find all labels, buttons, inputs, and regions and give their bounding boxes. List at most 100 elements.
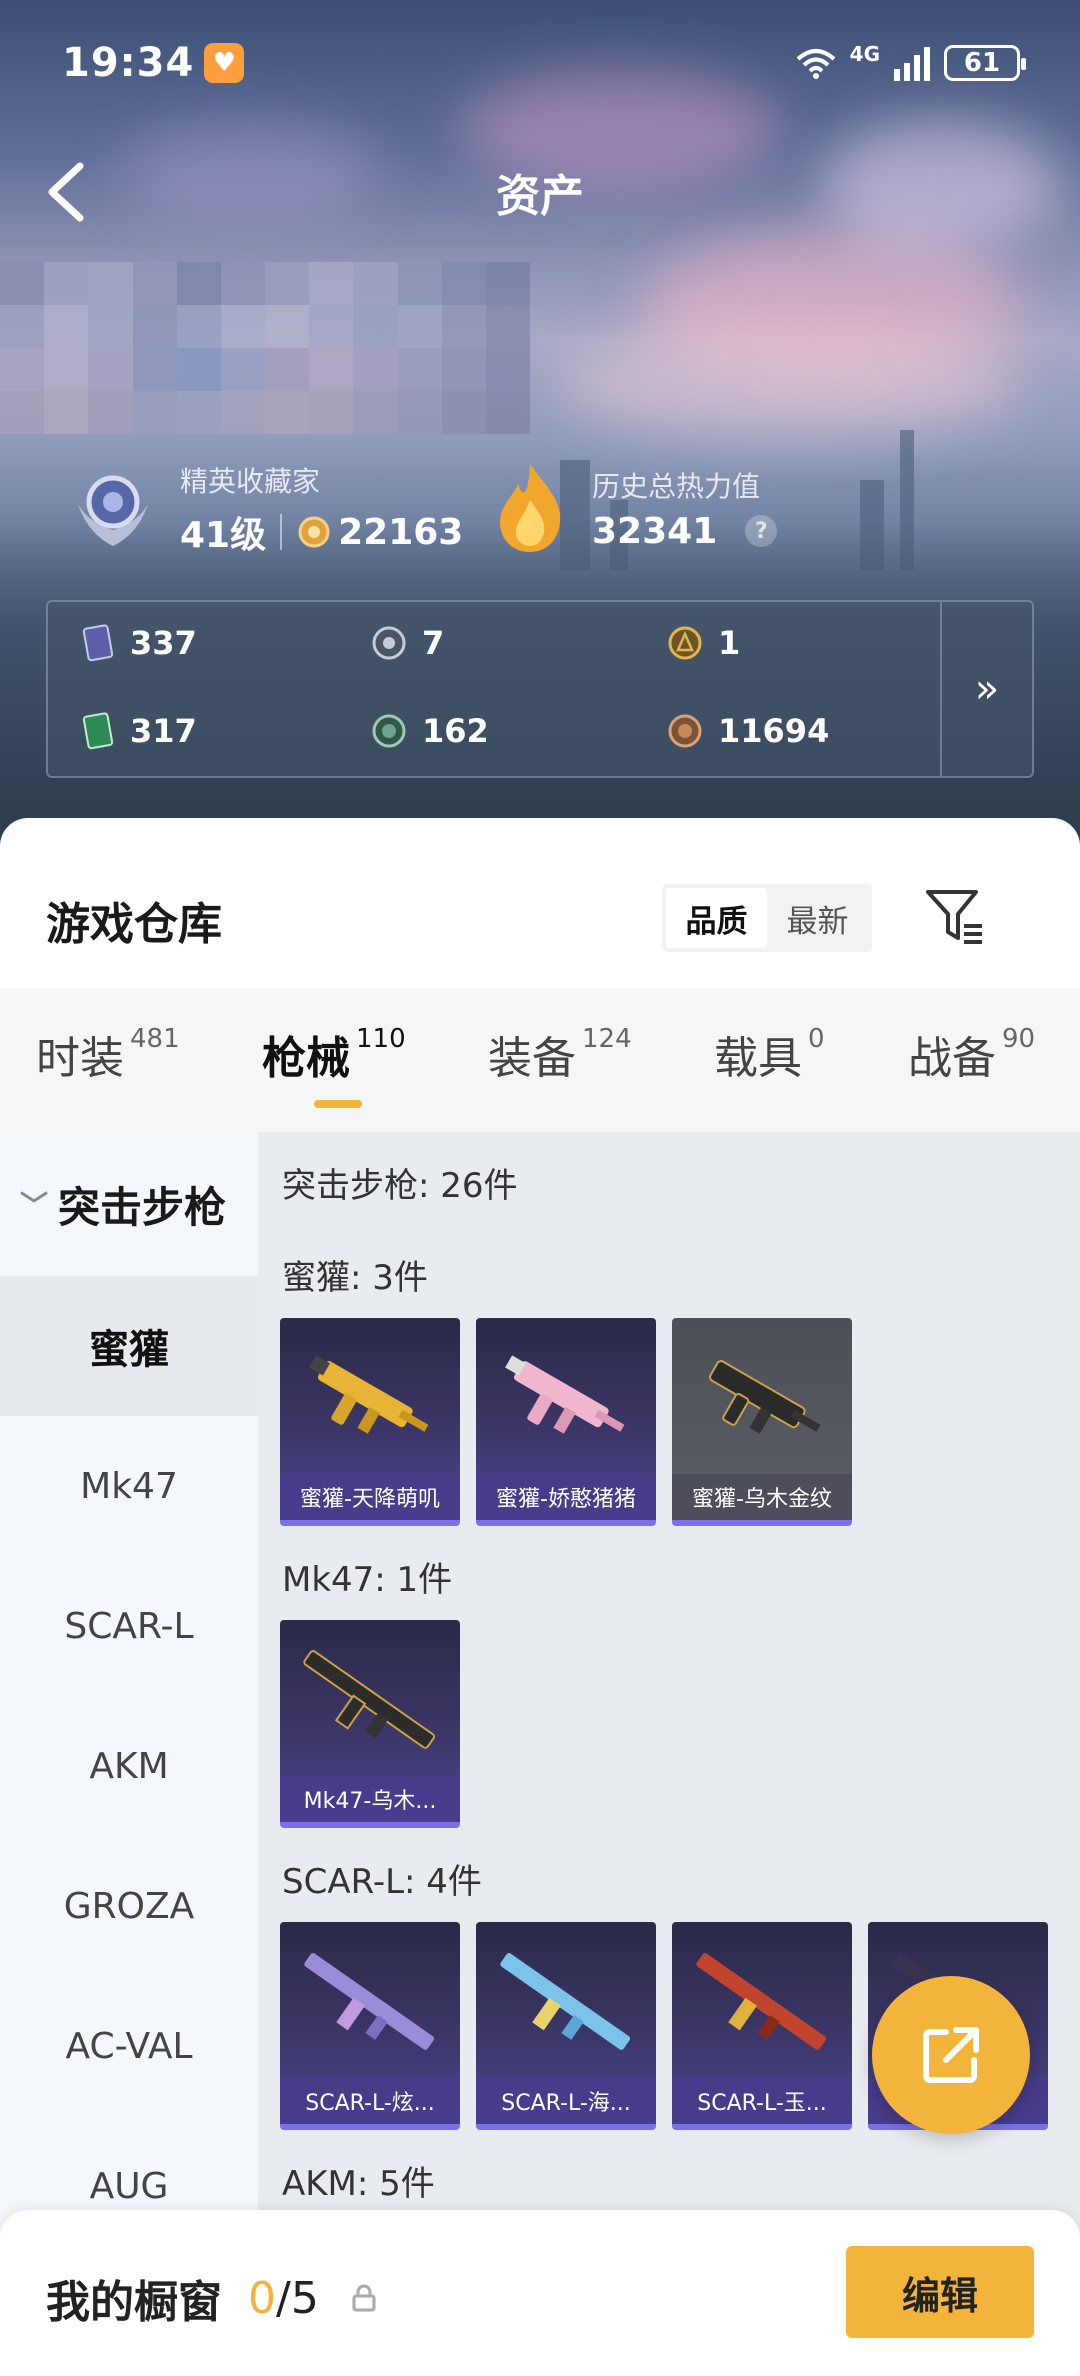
silver-coin-icon xyxy=(372,626,406,660)
resource-value: 162 xyxy=(422,712,489,750)
section-label: 蜜獾: 3件 xyxy=(282,1258,428,1298)
filter-icon[interactable] xyxy=(920,882,990,952)
tab-vehicles[interactable]: 载具 0 xyxy=(714,1022,825,1086)
collector-stat[interactable]: 精英收藏家 41级 22163 xyxy=(68,460,463,558)
section-label: AKM: 5件 xyxy=(282,2164,435,2204)
tab-label: 枪械 xyxy=(262,1033,350,1084)
collector-badge-icon xyxy=(78,475,148,546)
active-tab-indicator xyxy=(314,1100,362,1108)
sort-newest-button[interactable]: 最新 xyxy=(767,888,868,948)
share-button[interactable] xyxy=(872,1976,1030,2134)
sidebar-category-label: 突击步枪 xyxy=(58,1182,227,1232)
showcase-count: 0/5 xyxy=(248,2273,319,2324)
sidebar-item[interactable]: AC-VAL xyxy=(0,1976,258,2116)
hero-banner: 19:34 ♥ 4G 61 资产 精英收藏家 41级 22163 历史总热力值 … xyxy=(0,0,1080,850)
weapon-tile[interactable]: 蜜獾-天降萌叽 xyxy=(280,1318,460,1526)
smg-gold-icon xyxy=(309,1355,429,1434)
weapon-tile[interactable]: 蜜獾-娇憨猪猪 xyxy=(476,1318,656,1526)
weapon-name: 蜜獾-天降萌叽 xyxy=(280,1474,460,1520)
tab-count: 124 xyxy=(582,1024,632,1054)
network-type: 4G xyxy=(849,42,880,66)
sidebar-item[interactable]: Mk47 xyxy=(0,1416,258,1556)
resource-item: 337 xyxy=(78,624,197,662)
collector-points: 22163 xyxy=(338,511,464,553)
page-title: 资产 xyxy=(496,171,584,222)
edit-button[interactable]: 编辑 xyxy=(846,2246,1034,2338)
rifle-blue-icon xyxy=(500,1953,631,2050)
collector-title: 精英收藏家 xyxy=(180,465,321,498)
weapon-name: Mk47-乌木... xyxy=(280,1776,460,1822)
weapon-name: 蜜獾-乌木金纹 xyxy=(672,1474,852,1520)
weapon-tile[interactable]: SCAR-L-海... xyxy=(476,1922,656,2130)
weapon-tile[interactable]: Mk47-乌木... xyxy=(280,1620,460,1828)
heat-stat[interactable]: 历史总热力值 32341 ? xyxy=(490,460,778,556)
tab-label: 战备 xyxy=(908,1033,996,1084)
resource-item: 11694 xyxy=(666,712,829,750)
green-card-icon xyxy=(82,712,114,750)
tab-count: 110 xyxy=(356,1024,406,1054)
collector-points-icon xyxy=(298,516,330,548)
share-icon xyxy=(923,2027,979,2083)
sort-toggle: 品质 最新 xyxy=(662,884,872,952)
sidebar-item[interactable]: GROZA xyxy=(0,1836,258,1976)
resource-item: 162 xyxy=(370,712,489,750)
sidebar-item[interactable]: AKM xyxy=(0,1696,258,1836)
battery-level: 61 xyxy=(963,48,1001,78)
section-label: Mk47: 1件 xyxy=(282,1560,453,1600)
resource-item: 1 xyxy=(666,624,740,662)
help-icon[interactable]: ? xyxy=(745,515,778,547)
tab-count: 0 xyxy=(808,1024,825,1054)
showcase-label: 我的橱窗 xyxy=(46,2277,222,2328)
sort-quality-button[interactable]: 品质 xyxy=(666,888,767,948)
weapon-name: SCAR-L-玉... xyxy=(672,2078,852,2124)
resource-item: 317 xyxy=(78,712,197,750)
smg-black-gold-icon xyxy=(708,1360,821,1434)
gold-coin-icon xyxy=(668,626,702,660)
section-label: SCAR-L: 4件 xyxy=(282,1862,482,1902)
showcase-bar: 我的橱窗 0/5 编辑 xyxy=(0,2210,1080,2376)
tab-supplies[interactable]: 战备 90 xyxy=(908,1022,1035,1086)
category-tabs: 时装 481 枪械 110 装备 124 载具 0 战备 90 xyxy=(0,988,1080,1132)
resource-value: 337 xyxy=(130,624,197,662)
tab-count: 90 xyxy=(1002,1024,1036,1054)
rifle-black-gold-icon xyxy=(303,1650,436,1749)
green-orb-icon xyxy=(372,714,406,748)
sidebar-item[interactable]: 蜜獾 xyxy=(0,1276,258,1416)
resource-value: 317 xyxy=(130,712,197,750)
tab-equipment[interactable]: 装备 124 xyxy=(488,1022,632,1086)
rifle-red-gold-icon xyxy=(696,1953,827,2050)
weapon-sidebar: ﹀ 突击步枪 蜜獾 Mk47 SCAR-L AKM GROZA AC-VAL A… xyxy=(0,1132,258,2376)
battery-icon: 61 xyxy=(944,45,1026,81)
weapon-grid: 突击步枪: 26件 蜜獾: 3件 蜜獾-天降萌叽 蜜獾-娇憨猪猪 蜜獾-乌木金纹… xyxy=(258,1132,1080,2376)
warehouse-card: 游戏仓库 品质 最新 时装 481 枪械 110 装备 124 载具 0 战备 … xyxy=(0,818,1080,2376)
tab-count: 481 xyxy=(130,1024,180,1054)
resources-more-button[interactable]: » xyxy=(940,602,1032,776)
lock-icon xyxy=(352,2284,376,2312)
resource-item: 7 xyxy=(370,624,444,662)
smg-pink-icon xyxy=(505,1355,625,1434)
resource-value: 1 xyxy=(718,624,741,662)
sidebar-item[interactable]: SCAR-L xyxy=(0,1556,258,1696)
blurred-username xyxy=(0,262,530,434)
chevron-down-icon: ﹀ xyxy=(20,1189,49,1222)
tab-label: 时装 xyxy=(36,1033,124,1084)
sidebar-category[interactable]: ﹀ 突击步枪 xyxy=(0,1132,258,1276)
weapon-tile[interactable]: SCAR-L-炫... xyxy=(280,1922,460,2130)
rifle-purple-icon xyxy=(304,1953,435,2050)
flame-icon xyxy=(500,464,561,552)
collector-level: 41级 xyxy=(180,515,267,556)
status-bar: 19:34 ♥ 4G 61 xyxy=(62,38,1026,88)
heat-value: 32341 xyxy=(592,510,718,552)
warehouse-title: 游戏仓库 xyxy=(46,899,222,950)
weapon-name: 蜜獾-娇憨猪猪 xyxy=(476,1474,656,1520)
resources-panel: 337 7 1 317 162 11694 » xyxy=(46,600,1034,778)
wifi-icon xyxy=(796,49,835,79)
signal-icon xyxy=(894,47,930,81)
tab-firearms[interactable]: 枪械 110 xyxy=(262,1022,406,1086)
category-summary: 突击步枪: 26件 xyxy=(282,1166,518,1206)
health-app-icon: ♥ xyxy=(204,43,245,83)
showcase-current: 0 xyxy=(248,2272,276,2324)
weapon-tile[interactable]: 蜜獾-乌木金纹 xyxy=(672,1318,852,1526)
weapon-tile[interactable]: SCAR-L-玉... xyxy=(672,1922,852,2130)
tab-fashion[interactable]: 时装 481 xyxy=(36,1022,180,1086)
